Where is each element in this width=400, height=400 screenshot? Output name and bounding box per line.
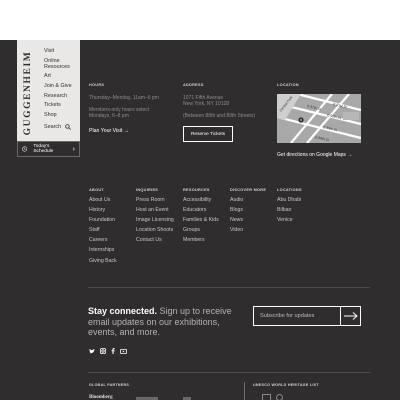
global-partners-label: Global Partners: [89, 383, 130, 387]
nav-item-art[interactable]: Art: [44, 73, 74, 79]
search-button[interactable]: Search: [44, 124, 71, 130]
location-label: Location: [277, 83, 299, 87]
footer-column-locations: Locations Abu Dhabi Bilbao Venice: [277, 188, 302, 227]
nav-item-online-resources[interactable]: Online Resources: [44, 58, 74, 70]
footer-link[interactable]: Abu Dhabi: [277, 197, 302, 203]
guggenheim-logo[interactable]: GUGGENHEIM: [21, 48, 35, 138]
address-line3: (Between 88th and 89th Streets): [183, 113, 255, 119]
footer-link[interactable]: About Us: [89, 197, 117, 203]
hours-line1: Thursday–Monday, 11am–6 pm: [89, 95, 159, 101]
footer-link[interactable]: Internships: [89, 247, 117, 253]
footer-column-discover: Discover More Audio Blogs News Video: [230, 188, 266, 237]
nav-item-shop[interactable]: Shop: [44, 112, 74, 118]
search-icon: [65, 124, 71, 130]
subscribe-input[interactable]: Subscribe for updates: [254, 307, 340, 325]
column-heading: Resources: [183, 188, 210, 192]
column-heading: Inquiries: [136, 188, 159, 192]
footer-link[interactable]: Educators: [183, 207, 219, 213]
hours-label: Hours: [89, 83, 105, 87]
footer-link[interactable]: Families & Kids: [183, 217, 219, 223]
footer-link[interactable]: Venice: [277, 217, 302, 223]
hours-line2: Members-only hours select Mondays, 6–8 p…: [89, 107, 150, 119]
footer-link[interactable]: Press Room: [136, 197, 174, 203]
instagram-icon[interactable]: [100, 341, 106, 359]
side-navigation: GUGGENHEIM Visit Online Resources Art Jo…: [17, 40, 80, 157]
todays-schedule-button[interactable]: Today's Schedule ›: [17, 141, 80, 157]
chevron-right-icon: ›: [72, 145, 75, 153]
nav-item-tickets[interactable]: Tickets: [44, 102, 74, 108]
youtube-icon[interactable]: [120, 341, 127, 359]
footer-link[interactable]: History: [89, 207, 117, 213]
footer-column-resources: Resources Accessibility Educators Famili…: [183, 188, 219, 247]
footer-link[interactable]: News: [230, 217, 266, 223]
column-heading: Locations: [277, 188, 302, 192]
subscribe-form: Subscribe for updates: [253, 306, 361, 326]
clock-icon: [22, 146, 28, 152]
footer-link[interactable]: Contact Us: [136, 237, 174, 243]
primary-nav: Visit Online Resources Art Join & Give R…: [44, 48, 74, 121]
divider: [88, 287, 370, 288]
top-page-area: [0, 0, 400, 40]
footer-link[interactable]: Image Licensing: [136, 217, 174, 223]
plan-visit-link[interactable]: Plan Your Visit →: [89, 128, 129, 134]
footer-link[interactable]: Foundation: [89, 217, 117, 223]
nav-item-research[interactable]: Research: [44, 93, 74, 99]
footer-link[interactable]: Video: [230, 227, 266, 233]
footer-link[interactable]: Giving Back: [89, 258, 117, 264]
facebook-icon[interactable]: [111, 341, 115, 359]
footer-link[interactable]: Staff: [89, 227, 117, 233]
social-links: [89, 341, 127, 359]
schedule-label: Today's Schedule: [33, 144, 54, 154]
footer-link[interactable]: Members: [183, 237, 219, 243]
footer-link[interactable]: Groups: [183, 227, 219, 233]
partner-logo-bloomberg: Bloomberg: [89, 395, 113, 400]
reserve-tickets-button[interactable]: Reserve Tickets: [183, 126, 233, 142]
footer-link[interactable]: Location Shoots: [136, 227, 174, 233]
footer-link[interactable]: Blogs: [230, 207, 266, 213]
footer-link[interactable]: Audio: [230, 197, 266, 203]
column-heading: About: [89, 188, 104, 192]
subscribe-submit-button[interactable]: [340, 307, 360, 325]
nav-item-visit[interactable]: Visit: [44, 48, 74, 54]
footer-column-about: About About Us History Foundation Staff …: [89, 188, 117, 268]
footer-column-inquiries: Inquiries Press Room Host an Event Image…: [136, 188, 174, 247]
arrow-right-icon: [343, 312, 358, 320]
search-label: Search: [44, 124, 62, 130]
newsletter-text: Stay connected. Sign up to receive email…: [88, 306, 248, 338]
map-graphic: E 91st St E 90th St E 89th St E 88th St …: [277, 94, 361, 143]
column-heading: Discover More: [230, 188, 267, 192]
newsletter-heading: Stay connected.: [88, 306, 158, 316]
twitter-icon[interactable]: [89, 341, 95, 359]
footer-link[interactable]: Host an Event: [136, 207, 174, 213]
address-line2: New York, NY 10128: [183, 101, 230, 107]
nav-item-join-give[interactable]: Join & Give: [44, 83, 74, 89]
location-map[interactable]: E 91st St E 90th St E 89th St E 88th St …: [277, 94, 361, 143]
divider: [88, 372, 370, 373]
google-maps-link[interactable]: Get directions on Google Maps →: [277, 152, 352, 158]
vertical-divider: [244, 382, 245, 400]
footer-link[interactable]: Accessibility: [183, 197, 219, 203]
footer-link[interactable]: Bilbao: [277, 207, 302, 213]
world-heritage-icon: [276, 394, 283, 400]
address-label: Address: [183, 83, 204, 87]
unesco-temple-icon: [262, 394, 271, 400]
unesco-label: UNESCO World Heritage List: [253, 383, 319, 387]
footer-link[interactable]: Careers: [89, 237, 117, 243]
